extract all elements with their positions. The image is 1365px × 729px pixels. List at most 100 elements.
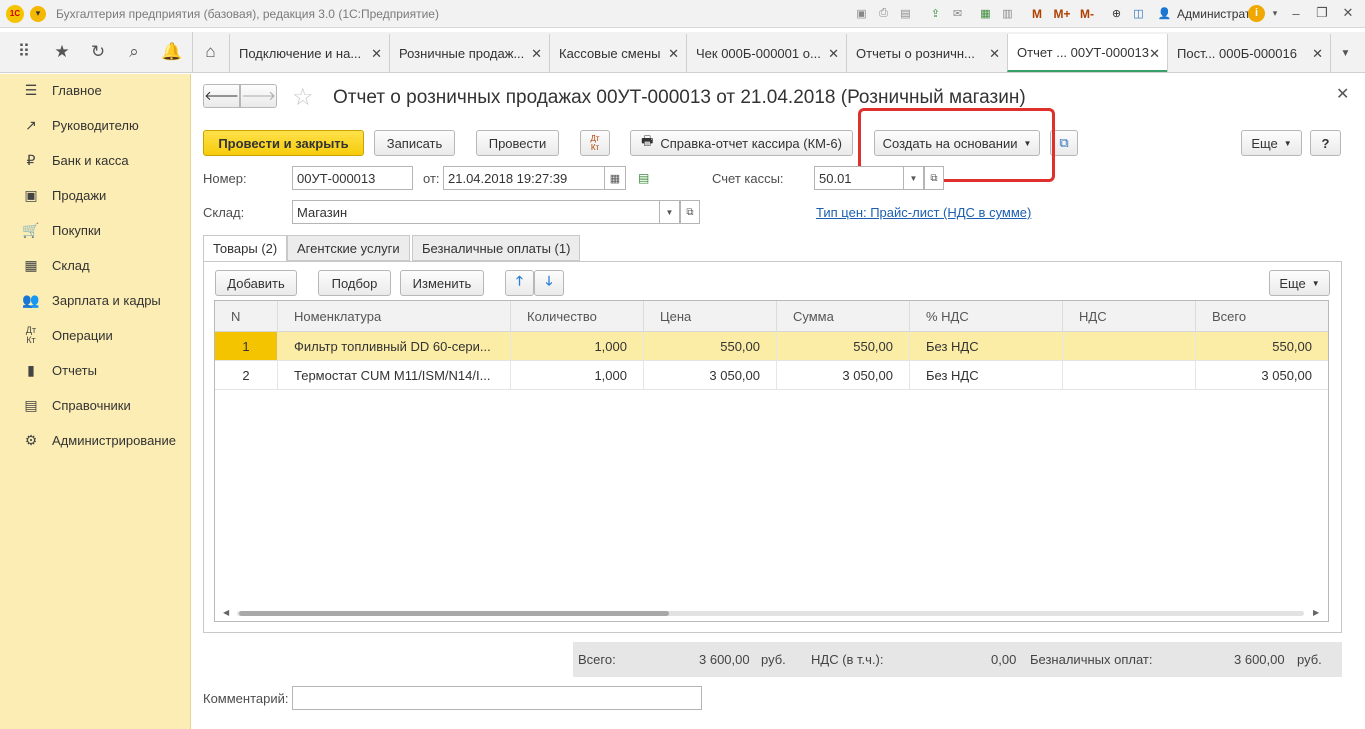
tab-retail-sales[interactable]: Розничные продаж... ✕ [389, 34, 549, 72]
sidebar-item-references[interactable]: ▤ Справочники [0, 390, 191, 420]
warehouse-field[interactable]: Магазин [292, 200, 660, 224]
apps-grid-icon[interactable]: ⠿ [6, 32, 42, 72]
price-type-link[interactable]: Тип цен: Прайс-лист (НДС в сумме) [816, 205, 1031, 220]
calendar-picker-icon[interactable]: ▦ [605, 166, 626, 190]
tabs-dropdown-icon[interactable]: ▼ [1330, 34, 1360, 72]
sidebar-item-label: Руководителю [52, 117, 139, 133]
favorite-star-icon[interactable]: ☆ [292, 83, 314, 112]
close-tab-icon[interactable]: ✕ [531, 46, 542, 62]
post-button[interactable]: Провести [476, 130, 559, 156]
home-icon[interactable]: ⌂ [192, 32, 228, 72]
column-header-item[interactable]: Номенклатура [278, 301, 511, 332]
sidebar-item-warehouse[interactable]: ▦ Склад [0, 250, 191, 280]
calendar-icon[interactable]: ▥ [998, 4, 1017, 23]
column-header-total[interactable]: Всего [1196, 301, 1328, 332]
history-icon[interactable]: ↻ [80, 32, 116, 72]
minimize-icon[interactable]: – [1285, 4, 1307, 22]
info-icon[interactable]: i [1248, 4, 1265, 22]
favorites-star-icon[interactable]: ★ [44, 32, 80, 72]
tab-cashless-payments[interactable]: Безналичные оплаты (1) [412, 235, 581, 261]
km6-report-button[interactable]: 🖶 Справка-отчет кассира (КМ-6) [630, 130, 853, 156]
post-and-close-button[interactable]: Провести и закрыть [203, 130, 364, 156]
close-tab-icon[interactable]: ✕ [668, 46, 679, 62]
table-more-button[interactable]: Еще ▼ [1269, 270, 1330, 296]
upload-icon[interactable]: ⇪ [926, 4, 945, 23]
change-button[interactable]: Изменить [400, 270, 484, 296]
tab-goods[interactable]: Товары (2) [203, 235, 288, 262]
sidebar-item-manager[interactable]: ↗ Руководителю [0, 110, 191, 140]
close-tab-icon[interactable]: ✕ [828, 46, 839, 62]
help-button[interactable]: ? [1310, 130, 1341, 156]
pick-button[interactable]: Подбор [318, 270, 391, 296]
tab-posting[interactable]: Пост... 000Б-000016 ✕ [1167, 34, 1330, 72]
main-menu-icon[interactable]: ▾ [30, 5, 46, 22]
calculator-icon[interactable]: ▦ [976, 4, 995, 23]
mail-icon[interactable]: ✉ [948, 4, 967, 23]
print-icon[interactable]: ⎙ [874, 4, 893, 23]
sidebar-item-sales[interactable]: ▣ Продажи [0, 180, 191, 210]
account-dropdown-icon[interactable]: ▼ [904, 166, 924, 190]
close-window-icon[interactable]: ✕ [1337, 4, 1359, 22]
warehouse-open-icon[interactable]: ⧉ [680, 200, 700, 224]
table-row[interactable]: 1 Фильтр топливный DD 60-сери... 1,000 5… [215, 332, 1328, 361]
scroll-right-icon[interactable]: ▶ [1313, 608, 1319, 617]
bell-icon[interactable]: 🔔 [154, 32, 190, 72]
add-button[interactable]: Добавить [215, 270, 297, 296]
memory-plus-button[interactable]: M+ [1051, 4, 1073, 23]
more-button[interactable]: Еще ▼ [1241, 130, 1302, 156]
preview-icon[interactable]: ▤ [896, 4, 915, 23]
maximize-icon[interactable]: ❐ [1311, 4, 1333, 22]
comment-field[interactable] [292, 686, 702, 710]
sidebar: ☰ Главное ↗ Руководителю ₽ Банк и касса ▣ Пр… [0, 74, 191, 729]
column-header-quantity[interactable]: Количество [511, 301, 644, 332]
close-form-icon[interactable]: ✕ [1336, 84, 1349, 104]
date-field[interactable]: 21.04.2018 19:27:39 [443, 166, 605, 190]
sidebar-item-salary[interactable]: 👥 Зарплата и кадры [0, 285, 191, 315]
column-header-sum[interactable]: Сумма [777, 301, 910, 332]
column-header-vat[interactable]: НДС [1063, 301, 1196, 332]
tab-cash-shifts[interactable]: Кассовые смены ✕ [549, 34, 686, 72]
column-header-vat-rate[interactable]: % НДС [910, 301, 1063, 332]
move-up-button[interactable]: 🡑 [505, 270, 534, 296]
zoom-icon[interactable]: ⊕ [1107, 4, 1126, 23]
scroll-thumb[interactable] [239, 611, 669, 616]
km6-label: Справка-отчет кассира (КМ-6) [660, 135, 842, 151]
bar-chart-icon: ▮ [27, 361, 35, 378]
close-tab-icon[interactable]: ✕ [371, 46, 382, 62]
sidebar-item-purchases[interactable]: 🛒 Покупки [0, 215, 191, 245]
table-row[interactable]: 2 Термостат CUM M11/ISM/N14/I... 1,000 3… [215, 361, 1328, 390]
sidebar-item-operations[interactable]: Дт Кт Операции [0, 320, 191, 350]
account-field[interactable]: 50.01 [814, 166, 904, 190]
search-icon[interactable]: ⌕ [116, 32, 152, 72]
close-tab-icon[interactable]: ✕ [1149, 46, 1160, 62]
panel-icon[interactable]: ◫ [1129, 4, 1148, 23]
tab-label: Пост... 000Б-000016 [1177, 45, 1297, 61]
info-dropdown-icon[interactable]: ▾ [1269, 4, 1281, 22]
close-tab-icon[interactable]: ✕ [989, 46, 1000, 62]
tab-agent-services[interactable]: Агентские услуги [287, 235, 410, 261]
close-tab-icon[interactable]: ✕ [1312, 46, 1323, 62]
tab-retail-reports[interactable]: Отчеты о розничн... ✕ [846, 34, 1007, 72]
sidebar-item-admin[interactable]: ⚙ Администрирование [0, 425, 191, 455]
back-button[interactable]: 🡐 [203, 84, 240, 108]
sidebar-item-main[interactable]: ☰ Главное [0, 75, 191, 105]
dt-kt-button[interactable]: Дт Кт [580, 130, 610, 156]
sidebar-item-reports[interactable]: ▮ Отчеты [0, 355, 191, 385]
column-header-n[interactable]: N [215, 301, 278, 332]
sidebar-item-bank[interactable]: ₽ Банк и касса [0, 145, 191, 175]
memory-button[interactable]: M [1026, 4, 1048, 23]
move-down-button[interactable]: 🡓 [534, 270, 564, 296]
save-icon[interactable]: ▣ [852, 4, 871, 23]
tab-report-active[interactable]: Отчет ... 00УТ-000013 ✕ [1007, 34, 1167, 72]
account-open-icon[interactable]: ⧉ [924, 166, 944, 190]
save-button[interactable]: Записать [374, 130, 455, 156]
column-header-price[interactable]: Цена [644, 301, 777, 332]
horizontal-scrollbar[interactable]: ◀ ▶ [223, 608, 1320, 617]
scroll-left-icon[interactable]: ◀ [223, 608, 229, 617]
tab-connection[interactable]: Подключение и на... ✕ [229, 34, 389, 72]
warehouse-dropdown-icon[interactable]: ▼ [660, 200, 680, 224]
number-field[interactable]: 00УТ-000013 [292, 166, 413, 190]
tab-receipt[interactable]: Чек 000Б-000001 о... ✕ [686, 34, 846, 72]
forward-button[interactable]: 🡒 [240, 84, 277, 108]
memory-minus-button[interactable]: M- [1076, 4, 1098, 23]
